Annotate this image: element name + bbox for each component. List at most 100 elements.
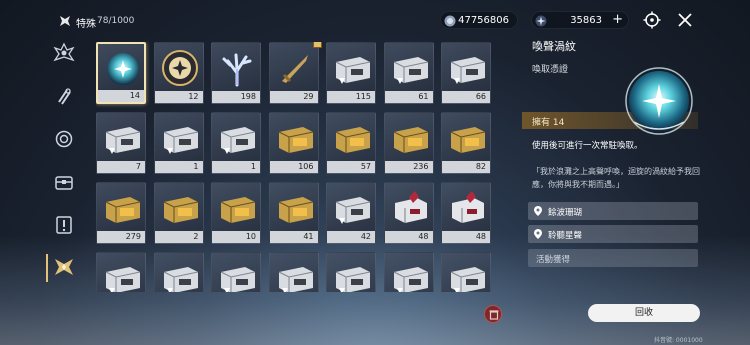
item-count: 106: [269, 161, 318, 173]
inventory-slot[interactable]: 106: [268, 112, 319, 174]
silver-chest-icon: [335, 267, 371, 292]
silver-chest-icon: [220, 267, 256, 292]
gold-chest-icon: [220, 197, 256, 223]
item-count: 115: [327, 91, 375, 103]
gold-chest-icon: [450, 127, 486, 153]
inventory-slot[interactable]: 115: [326, 42, 376, 104]
silver-chest-icon: [450, 57, 486, 84]
item-count: 82: [442, 161, 490, 173]
inventory-slot[interactable]: 198: [211, 42, 261, 104]
silver-chest-icon: [163, 127, 198, 154]
inventory-slot[interactable]: 48: [441, 182, 491, 244]
item-count: 279: [97, 231, 145, 243]
item-lore: 「我於浪灘之上高聲呼喚，迴旋的渦紋給予我回應，你將與我不期而遇。」: [532, 167, 700, 189]
add-astrite-button[interactable]: +: [612, 12, 623, 27]
inventory-slot[interactable]: 1: [153, 112, 204, 174]
coral-icon: [222, 53, 252, 87]
item-type: 喚取憑證: [532, 65, 569, 75]
recycle-button[interactable]: 回收: [588, 304, 700, 322]
inventory-slot[interactable]: 66: [441, 42, 491, 104]
inventory-slot[interactable]: [96, 252, 146, 292]
inventory-slot[interactable]: [383, 252, 434, 292]
inventory-slot[interactable]: 57: [326, 112, 376, 174]
new-badge: [312, 42, 322, 48]
item-count: 1: [154, 161, 203, 173]
silver-chest-icon: [163, 267, 198, 292]
currency-shell-credit: 47756806: [440, 11, 518, 29]
silver-chest-icon: [335, 57, 371, 84]
owned-count: 擁有 14: [532, 118, 565, 128]
inventory-slot[interactable]: 279: [96, 182, 146, 244]
target-icon[interactable]: [643, 11, 661, 29]
inventory-slot[interactable]: [153, 252, 204, 292]
inventory-slot[interactable]: 61: [383, 42, 434, 104]
shell-credit-value: 47756806: [458, 15, 509, 26]
inventory-slot[interactable]: 42: [326, 182, 376, 244]
inventory-slot[interactable]: [268, 252, 319, 292]
inventory-slot[interactable]: 14: [96, 42, 146, 104]
category-label: 特殊: [76, 19, 96, 30]
red-chest-icon: [452, 191, 484, 223]
gold-chest-icon: [278, 197, 313, 223]
source-link-2[interactable]: 聆聽星聲: [528, 225, 698, 243]
astrite-icon: [535, 15, 547, 27]
location-pin-icon: [534, 229, 542, 239]
nav-quest-item-icon[interactable]: [53, 214, 75, 236]
currency-astrite: 35863 +: [531, 11, 629, 29]
inventory-slot[interactable]: 12: [153, 42, 204, 104]
gold-orb-icon: [161, 50, 198, 86]
silver-chest-icon: [450, 267, 486, 292]
inventory-slot[interactable]: 82: [441, 112, 491, 174]
shell-credit-icon: [444, 15, 456, 27]
nav-active-indicator: [46, 254, 48, 282]
gold-chest-icon: [278, 127, 313, 153]
inventory-slot[interactable]: 29: [268, 42, 322, 104]
nav-resonator-icon[interactable]: [53, 42, 75, 64]
silver-chest-icon: [278, 267, 313, 292]
inventory-slot[interactable]: 7: [96, 112, 146, 174]
nav-special-icon[interactable]: [53, 256, 75, 278]
red-chest-icon: [394, 191, 427, 223]
item-title: 喚聲渦紋: [532, 40, 576, 53]
item-count: 41: [269, 231, 318, 243]
location-pin-icon: [534, 206, 542, 216]
nav-material-icon[interactable]: [53, 86, 75, 108]
item-count: 14: [98, 90, 144, 102]
silver-chest-icon: [393, 57, 428, 84]
inventory-slot[interactable]: [211, 252, 261, 292]
item-count: 61: [384, 91, 433, 103]
inventory-slot[interactable]: 48: [383, 182, 434, 244]
item-count: 66: [442, 91, 490, 103]
item-count: 10: [212, 231, 260, 243]
delete-button[interactable]: [484, 305, 502, 323]
silver-chest-icon: [393, 267, 428, 292]
source-label-1: 餘波珊瑚: [548, 208, 583, 218]
nav-supply-icon[interactable]: [53, 172, 75, 194]
item-count: 236: [384, 161, 433, 173]
item-description: 使用後可進行一次常駐喚取。: [532, 141, 643, 151]
item-detail-panel: 喚聲渦紋 喚取憑證 擁有 14 使用後可進行一次常駐喚取。 「我於浪灘之上高聲呼…: [522, 34, 702, 334]
silver-chest-icon: [105, 127, 141, 154]
silver-chest-icon: [220, 127, 256, 154]
inventory-count: 78/1000: [97, 16, 135, 26]
gold-chest-icon: [163, 197, 198, 223]
inventory-slot[interactable]: [441, 252, 491, 292]
gold-chest-icon: [335, 127, 371, 153]
inventory-slot[interactable]: 41: [268, 182, 319, 244]
inventory-slot[interactable]: 10: [211, 182, 261, 244]
item-count: 57: [327, 161, 375, 173]
item-count: 2: [154, 231, 203, 243]
inventory-slot[interactable]: 1: [211, 112, 261, 174]
source-activity: 活動獲得: [528, 249, 698, 267]
gold-chest-icon: [393, 127, 428, 153]
tide-orb-icon: [625, 67, 693, 135]
inventory-slot[interactable]: 236: [383, 112, 434, 174]
dagger-icon: [281, 55, 308, 83]
source-link-1[interactable]: 餘波珊瑚: [528, 202, 698, 220]
close-icon[interactable]: [676, 11, 694, 29]
watermark-text: 抖音號: 0001000: [654, 337, 703, 344]
inventory-slot[interactable]: 2: [153, 182, 204, 244]
inventory-slot[interactable]: [326, 252, 376, 292]
nav-echo-icon[interactable]: [53, 128, 75, 150]
item-count: 48: [442, 231, 490, 243]
